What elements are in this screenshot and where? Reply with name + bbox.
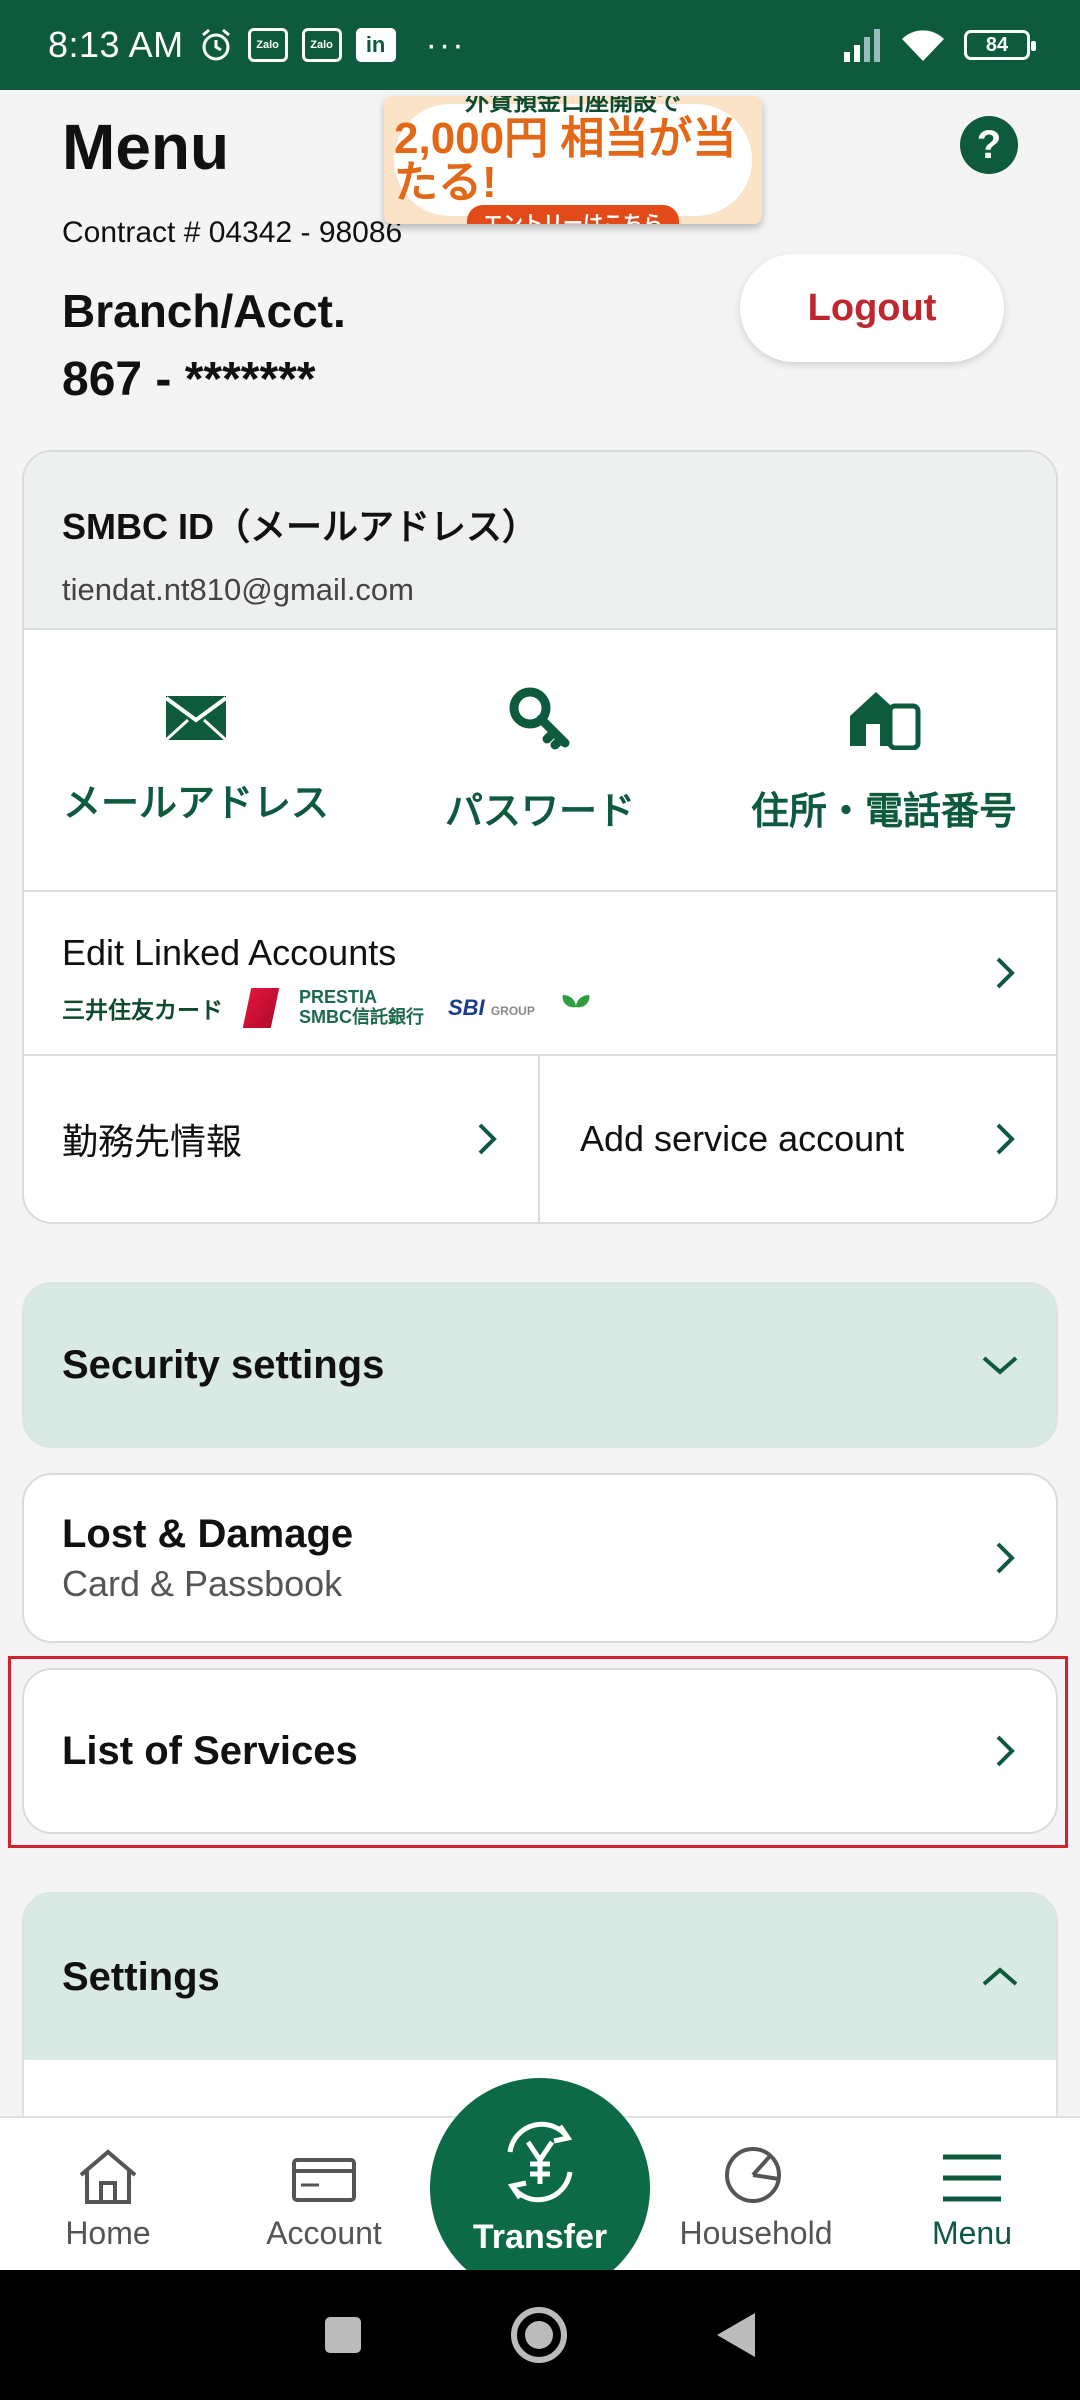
nav-menu[interactable]: Menu (864, 2118, 1080, 2272)
workplace-info-label: 勤務先情報 (62, 1121, 243, 1162)
account-actions: メールアドレス パスワード 住所・電話番号 (24, 630, 1056, 892)
page-title: Menu (62, 111, 230, 183)
card-icon (292, 2158, 356, 2202)
sbi-group-text: GROUP (490, 1004, 535, 1018)
address-phone-button[interactable]: 住所・電話番号 (712, 630, 1056, 890)
zalo-icon: Zalo (301, 28, 342, 62)
nav-household-label: Household (679, 2215, 833, 2251)
lost-damage-sublabel: Card & Passbook (62, 1562, 343, 1604)
chevron-up-icon (982, 1967, 1018, 1986)
nav-menu-label: Menu (931, 2215, 1013, 2251)
nav-household[interactable]: Household (648, 2118, 864, 2272)
key-icon (509, 687, 570, 749)
back-icon[interactable] (715, 2311, 757, 2359)
chevron-right-icon (478, 1123, 497, 1155)
notification-icons: Zalo Zalo in ··· (198, 26, 466, 65)
sbi-logo-text: SBI (448, 995, 485, 1020)
chevron-down-icon (982, 1356, 1018, 1375)
banner-entry-button: エントリーはこちら (467, 205, 679, 224)
nav-home[interactable]: Home (0, 2118, 216, 2272)
account-card: SMBC ID（メールアドレス） tiendat.nt810@gmail.com… (22, 450, 1058, 1224)
lost-damage-section[interactable]: Lost & Damage Card & Passbook (22, 1473, 1058, 1643)
linkedin-icon: in (355, 28, 396, 62)
battery-icon: 84 (964, 30, 1036, 60)
address-phone-label: 住所・電話番号 (750, 790, 1017, 833)
pie-chart-icon (725, 2147, 781, 2203)
settings-label: Settings (62, 1954, 220, 1999)
account-links-row: 勤務先情報 Add service account (24, 1056, 1056, 1222)
home-circle-icon[interactable] (509, 2305, 569, 2365)
partner-logos: 三井住友カード PRESTIA SMBC信託銀行 SBI GROUP (62, 987, 1056, 1028)
lost-damage-label: Lost & Damage (62, 1511, 354, 1556)
yen-transfer-icon (507, 2121, 573, 2203)
security-settings-section[interactable]: Security settings (22, 1282, 1058, 1448)
password-button[interactable]: パスワード (368, 630, 712, 890)
alarm-icon (201, 28, 230, 61)
highlight-box (8, 1656, 1068, 1848)
chevron-right-icon (996, 1542, 1015, 1574)
security-settings-label: Security settings (62, 1342, 385, 1387)
chevron-right-icon (996, 957, 1015, 989)
contract-number: Contract # 04342 - 98086 (62, 216, 403, 249)
branch-label: Branch/Acct. (62, 285, 346, 337)
smbc-id-header: SMBC ID（メールアドレス） tiendat.nt810@gmail.com (24, 452, 1056, 630)
edit-linked-accounts-row[interactable]: Edit Linked Accounts 三井住友カード PRESTIA SMBC… (24, 892, 1056, 1056)
mail-address-label: メールアドレス (62, 782, 329, 825)
wifi-icon (902, 30, 944, 61)
password-label: パスワード (444, 790, 635, 833)
help-button[interactable]: ? (960, 116, 1018, 174)
mail-icon (164, 695, 228, 741)
sbi-logo: SBI GROUP (448, 995, 535, 1021)
workplace-info-button[interactable]: 勤務先情報 (24, 1056, 538, 1222)
logout-button[interactable]: Logout (740, 254, 1004, 362)
signal-icon (844, 29, 880, 62)
smbc-id-label: SMBC ID（メールアドレス） (62, 506, 538, 547)
nav-transfer-button[interactable]: Transfer (430, 2078, 650, 2298)
smbc-card-logo: 三井住友カード (62, 997, 223, 1023)
nav-account-label: Account (266, 2215, 382, 2251)
home-phone-icon (850, 691, 921, 750)
edit-linked-accounts-label: Edit Linked Accounts (62, 932, 397, 973)
nav-account[interactable]: Account (216, 2118, 432, 2272)
branch-account-number: 867 - ******* (62, 353, 316, 406)
add-service-account-label: Add service account (580, 1118, 905, 1159)
smbc-trust-logo-text: SMBC信託銀行 (299, 1007, 424, 1027)
red-stripe-logo (242, 988, 280, 1028)
promo-banner[interactable]: 外貨預金口座開設で 2,000円 相当が当たる! エントリーはこちら (384, 96, 762, 224)
banner-line2: 2,000円 相当が当たる! (394, 114, 737, 207)
mail-address-button[interactable]: メールアドレス (24, 630, 368, 890)
add-service-account-button[interactable]: Add service account (538, 1056, 1056, 1222)
more-notifications-icon: ··· (425, 25, 466, 64)
nav-home-label: Home (65, 2215, 151, 2251)
home-icon (79, 2149, 137, 2204)
zalo-icon: Zalo (247, 28, 288, 62)
system-nav-bar (0, 2270, 1080, 2400)
settings-header[interactable]: Settings (24, 1894, 1056, 2060)
prestia-logo-text: PRESTIA (299, 987, 378, 1008)
leaf-logo-icon (562, 995, 590, 1023)
prestia-logo: PRESTIA SMBC信託銀行 (299, 987, 424, 1028)
nav-transfer-label: Transfer (472, 2218, 608, 2256)
status-time: 8:13 AM (48, 24, 184, 65)
status-bar: 8:13 AM Zalo Zalo in ··· 84 (0, 0, 1080, 90)
recents-icon[interactable] (323, 2315, 363, 2355)
account-email: tiendat.nt810@gmail.com (62, 572, 414, 607)
hamburger-menu-icon (943, 2154, 1001, 2202)
chevron-right-icon (996, 1123, 1015, 1155)
